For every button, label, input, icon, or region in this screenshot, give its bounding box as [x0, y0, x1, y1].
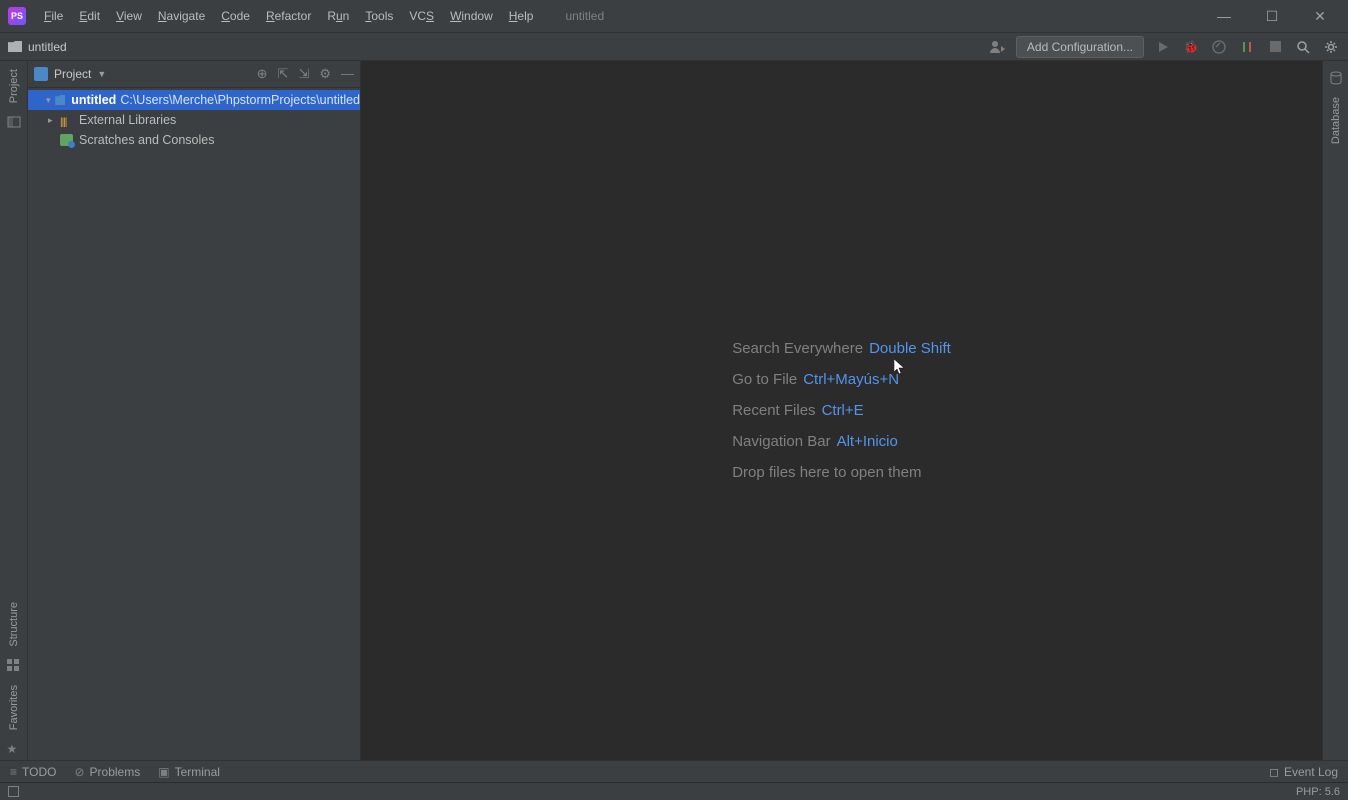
tree-root[interactable]: ▾ untitled C:\Users\Merche\PhpstormProje… — [28, 90, 360, 110]
editor-empty-hints: Search Everywhere Double Shift Go to File… — [732, 326, 951, 495]
locate-icon[interactable]: ⊕ — [257, 66, 268, 82]
tree-external-libraries[interactable]: ▸ External Libraries — [28, 110, 360, 130]
debug-icon[interactable]: 🐞 — [1182, 38, 1200, 56]
expand-all-icon[interactable]: ⇱ — [278, 66, 289, 82]
hide-panel-icon[interactable]: — — [341, 66, 354, 82]
project-tool-window: Project ▼ ⊕ ⇱ ⇲ ⚙ — ▾ untitled C:\Users\… — [28, 61, 361, 760]
menu-help[interactable]: Help — [501, 5, 542, 27]
search-icon[interactable] — [1294, 38, 1312, 56]
menu-view[interactable]: View — [108, 5, 150, 27]
menu-window[interactable]: Window — [442, 5, 501, 27]
terminal-icon: ▣ — [158, 765, 169, 779]
star-icon[interactable]: ★ — [7, 742, 21, 756]
project-panel-header: Project ▼ ⊕ ⇱ ⇲ ⚙ — — [28, 61, 360, 88]
mouse-cursor-icon — [894, 359, 906, 375]
tab-favorites[interactable]: Favorites — [6, 677, 22, 738]
status-php[interactable]: PHP: 5.6 — [1296, 786, 1340, 798]
tab-structure[interactable]: Structure — [6, 594, 22, 655]
project-view-icon — [34, 67, 48, 81]
folder-icon — [8, 41, 22, 52]
menu-vcs[interactable]: VCS — [401, 5, 442, 27]
hint-recent-label: Recent Files — [732, 402, 815, 419]
project-tree: ▾ untitled C:\Users\Merche\PhpstormProje… — [28, 88, 360, 152]
right-gutter: Database — [1322, 61, 1348, 760]
run-icon[interactable] — [1154, 38, 1172, 56]
tool-terminal-label: Terminal — [175, 765, 220, 779]
breadcrumb-project[interactable]: untitled — [28, 40, 67, 54]
list-icon: ≡ — [10, 765, 17, 779]
tool-event-log[interactable]: ◻ Event Log — [1269, 765, 1338, 779]
hint-drop: Drop files here to open them — [732, 464, 921, 481]
tool-event-log-label: Event Log — [1284, 765, 1338, 779]
menu-tools[interactable]: Tools — [357, 5, 401, 27]
minimize-icon[interactable]: — — [1212, 8, 1236, 25]
chevron-right-icon[interactable]: ▸ — [48, 115, 60, 126]
tree-scratches-label: Scratches and Consoles — [79, 133, 215, 147]
structure-icon[interactable] — [7, 659, 21, 673]
user-add-icon[interactable] — [988, 38, 1006, 56]
tree-root-name: untitled — [71, 93, 116, 107]
hint-goto-label: Go to File — [732, 371, 797, 388]
chevron-down-icon[interactable]: ▾ — [46, 95, 55, 106]
maximize-icon[interactable]: ☐ — [1260, 8, 1284, 25]
hint-recent-key: Ctrl+E — [822, 402, 864, 419]
hint-nav-key: Alt+Inicio — [837, 433, 898, 450]
tab-project[interactable]: Project — [6, 61, 22, 111]
editor-area[interactable]: Search Everywhere Double Shift Go to File… — [361, 61, 1322, 760]
tree-libraries-label: External Libraries — [79, 113, 176, 127]
tool-problems-label: Problems — [90, 765, 141, 779]
stop-icon[interactable] — [1266, 38, 1284, 56]
hint-nav-label: Navigation Bar — [732, 433, 830, 450]
status-bar: PHP: 5.6 — [0, 782, 1348, 800]
menu-run[interactable]: Run — [319, 5, 357, 27]
project-tool-icon[interactable] — [7, 115, 21, 129]
git-icon[interactable] — [1238, 38, 1256, 56]
tool-todo[interactable]: ≡ TODO — [10, 765, 56, 779]
tool-windows-toggle-icon[interactable] — [8, 786, 19, 797]
menu-refactor[interactable]: Refactor — [258, 5, 319, 27]
tool-terminal[interactable]: ▣ Terminal — [158, 765, 220, 779]
tab-database[interactable]: Database — [1328, 89, 1344, 152]
project-panel-title[interactable]: Project — [54, 67, 91, 81]
menu-edit[interactable]: Edit — [71, 5, 108, 27]
left-gutter: Project Structure Favorites ★ — [0, 61, 28, 760]
tool-todo-label: TODO — [22, 765, 56, 779]
warning-icon: ⊘ — [74, 765, 84, 779]
coverage-icon[interactable] — [1210, 38, 1228, 56]
libraries-icon — [60, 114, 73, 126]
tool-problems[interactable]: ⊘ Problems — [74, 765, 140, 779]
add-configuration-button[interactable]: Add Configuration... — [1016, 36, 1144, 58]
app-icon: PS — [8, 7, 26, 25]
scratches-icon — [60, 134, 73, 146]
menu-navigate[interactable]: Navigate — [150, 5, 213, 27]
close-icon[interactable]: ✕ — [1308, 8, 1332, 25]
gear-icon[interactable] — [1322, 38, 1340, 56]
hint-search-key: Double Shift — [869, 340, 951, 357]
hint-search-label: Search Everywhere — [732, 340, 863, 357]
bubble-icon: ◻ — [1269, 765, 1279, 779]
bottom-tool-bar: ≡ TODO ⊘ Problems ▣ Terminal ◻ Event Log — [0, 760, 1348, 782]
database-icon[interactable] — [1329, 71, 1343, 85]
menu-bar: PS File Edit View Navigate Code Refactor… — [0, 0, 1348, 33]
window-title: untitled — [565, 9, 604, 23]
chevron-down-icon[interactable]: ▼ — [97, 69, 106, 79]
tree-scratches[interactable]: Scratches and Consoles — [28, 130, 360, 150]
tree-root-path: C:\Users\Merche\PhpstormProjects\untitle… — [120, 93, 360, 107]
panel-gear-icon[interactable]: ⚙ — [319, 66, 331, 82]
collapse-all-icon[interactable]: ⇲ — [298, 66, 309, 82]
hint-goto-key: Ctrl+Mayús+N — [803, 371, 899, 388]
folder-icon — [55, 95, 65, 105]
navigation-bar: untitled Add Configuration... 🐞 — [0, 33, 1348, 61]
menu-file[interactable]: File — [36, 5, 71, 27]
menu-code[interactable]: Code — [213, 5, 258, 27]
